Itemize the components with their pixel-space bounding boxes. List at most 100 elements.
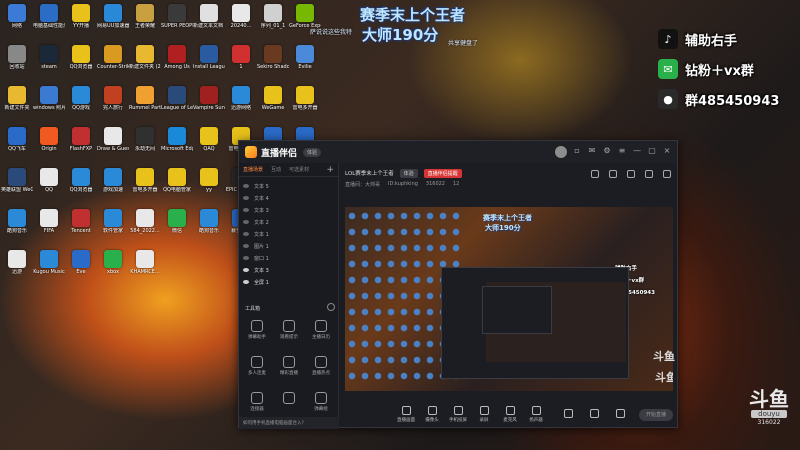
eye-icon[interactable] [243, 244, 249, 248]
desktop-icon[interactable]: Evilie [290, 43, 320, 80]
desktop-icon[interactable]: Tencent [66, 207, 96, 244]
share-icon[interactable] [663, 170, 671, 178]
desktop-icon[interactable]: 新建文件夹 (2) [129, 43, 161, 80]
desktop-icon[interactable]: 软件管家 [98, 207, 128, 244]
tool-item[interactable]: 主播日历 [305, 320, 337, 350]
maximize-icon[interactable]: ▢ [648, 147, 656, 155]
menu-icon[interactable]: ≡ [618, 147, 626, 155]
scene-item[interactable]: 图片 1 [243, 240, 334, 252]
eye-icon[interactable] [243, 232, 249, 236]
desktop-icon[interactable]: QAQ [194, 125, 224, 162]
scene-item[interactable]: 文本 1 [243, 228, 334, 240]
desktop-icon[interactable]: Eve [66, 248, 96, 285]
scene-item[interactable]: 文本 4 [243, 192, 334, 204]
desktop-icon[interactable]: Origin [34, 125, 64, 162]
desktop-icon[interactable]: Counter-Strike Global Off... [97, 43, 129, 80]
stream-pill-reminder[interactable]: 直播伴侣提醒 [423, 168, 462, 178]
desktop-icon[interactable]: steam [34, 43, 64, 80]
desktop-icon[interactable]: 英雄联盟 WeGame版 [1, 166, 33, 203]
desktop-icon[interactable]: 迅游网络 [226, 84, 256, 121]
desktop-icon[interactable]: QQ电脑管家 [162, 166, 192, 203]
start-live-button[interactable]: 开始直播 [639, 409, 673, 421]
desktop-icon[interactable]: QQ [34, 166, 64, 203]
control-button[interactable]: 扬声器 [523, 405, 549, 423]
scene-item[interactable]: 文本 5 [243, 180, 334, 192]
desktop-icon[interactable]: Vampire Survivors [193, 84, 225, 121]
stream-title[interactable]: LOL赛季末上个王者 [345, 169, 394, 177]
desktop-icon[interactable]: 酷狗音乐 [194, 207, 224, 244]
eye-icon[interactable] [243, 184, 249, 188]
control-button[interactable]: 摄像头 [419, 405, 445, 423]
eye-icon[interactable] [243, 196, 249, 200]
desktop-icon[interactable]: 王者荣耀 [130, 2, 160, 39]
scene-item[interactable]: 全屏 1 [243, 276, 334, 288]
eye-icon[interactable] [243, 268, 249, 272]
add-scene-icon[interactable]: + [326, 165, 334, 175]
desktop-icon[interactable]: 雷电多开器 [130, 166, 160, 203]
app-badge[interactable]: 体验 [303, 147, 322, 157]
control-button[interactable]: 录屏 [471, 405, 497, 423]
tool-item[interactable]: 精彩直播 [273, 356, 305, 386]
desktop-icon[interactable]: 完人旅行 [98, 84, 128, 121]
chat-icon[interactable] [645, 170, 653, 178]
desktop-icon[interactable]: 序列_01_1 [258, 2, 288, 39]
scene-item[interactable]: 窗口 1 [243, 252, 334, 264]
desktop-icon[interactable]: Sekiro Shadow... [257, 43, 289, 80]
control-button[interactable]: 手机投屏 [445, 405, 471, 423]
toolbox-settings-icon[interactable] [327, 303, 335, 311]
desktop-icon[interactable]: QQ游戏 [66, 84, 96, 121]
eye-icon[interactable] [243, 256, 249, 260]
desktop-icon[interactable]: 永劫无间 [130, 125, 160, 162]
scene-item[interactable]: 文本 2 [243, 216, 334, 228]
desktop-icon[interactable]: 新建文件夹 [2, 84, 32, 121]
mobile-tip-link[interactable]: 如何用手机直播电脑画面合入? [239, 417, 339, 429]
tool-item[interactable]: 观看提示 [273, 320, 305, 350]
stream-preview[interactable]: 赛季末上个王者 大师190分 辅助右手钻粉＋vx群群485450943 斗鱼 [345, 207, 673, 391]
desktop-icon[interactable]: 回收站 [2, 43, 32, 80]
desktop-icon[interactable]: 游戏加速 [98, 166, 128, 203]
desktop-icon[interactable]: Rummel Party [129, 84, 161, 121]
scene-tab[interactable]: 直播场景 [243, 166, 263, 173]
settings-icon[interactable]: ⚙ [603, 147, 611, 155]
camera-toggle[interactable] [555, 408, 581, 420]
user-avatar[interactable] [555, 146, 567, 158]
desktop-icon[interactable]: 迅游 [2, 248, 32, 285]
desktop-icon[interactable]: 网易UU加速器 [97, 2, 129, 39]
desktop-icon[interactable]: 网络 [2, 2, 32, 39]
desktop-icon[interactable]: KHAMRCE... [130, 248, 160, 285]
mail-icon[interactable]: ✉ [588, 147, 596, 155]
desktop-icon[interactable]: 电脑基础性能测试 [33, 2, 65, 39]
mic-icon-top[interactable] [627, 170, 635, 178]
eye-icon[interactable] [243, 280, 249, 284]
more-settings[interactable] [607, 408, 633, 420]
desktop-icon[interactable]: QQ飞车 [2, 125, 32, 162]
scene-item[interactable]: 文本 3 [243, 204, 334, 216]
app-titlebar[interactable]: 直播伴侣 体验 ▫ ✉ ⚙ ≡ — ▢ × [239, 141, 677, 163]
control-button[interactable]: 麦克风 [497, 405, 523, 423]
desktop-icon[interactable]: 酷狗音乐 [2, 207, 32, 244]
tool-item[interactable]: 弹幕助手 [241, 320, 273, 350]
clip-icon[interactable] [609, 170, 617, 178]
desktop-icon[interactable]: FlashFXP [66, 125, 96, 162]
message-icon[interactable]: ▫ [573, 147, 581, 155]
desktop-icon[interactable]: QQ浏览器 [66, 166, 96, 203]
eye-icon[interactable] [243, 208, 249, 212]
desktop-icon[interactable]: SUPER PEOPLE CBT [161, 2, 193, 39]
desktop-icon[interactable]: FIFA [34, 207, 64, 244]
desktop-icon[interactable]: YY开播 [66, 2, 96, 39]
desktop-icon[interactable]: Draw & Guess [97, 125, 129, 162]
control-button[interactable]: 直播画面 [393, 405, 419, 423]
desktop-icon[interactable]: 584_2022... [130, 207, 160, 244]
gift-icon[interactable] [591, 170, 599, 178]
desktop-icon[interactable]: Install League o... [193, 43, 225, 80]
scene-tab[interactable]: 可选素材 [289, 166, 309, 173]
tool-item[interactable]: 多人连麦 [241, 356, 273, 386]
desktop-icon[interactable]: 1 [226, 43, 256, 80]
scene-item[interactable]: 文本 3 [243, 264, 334, 276]
stream-pill-experience[interactable]: 体验 [399, 168, 418, 178]
desktop-icon[interactable]: 微信 [162, 207, 192, 244]
desktop-icon[interactable]: 新建文本文档 (3) [193, 2, 225, 39]
desktop-icon[interactable]: Microsoft Edge [161, 125, 193, 162]
record-toggle[interactable] [581, 408, 607, 420]
desktop-icon[interactable]: yy [194, 166, 224, 203]
